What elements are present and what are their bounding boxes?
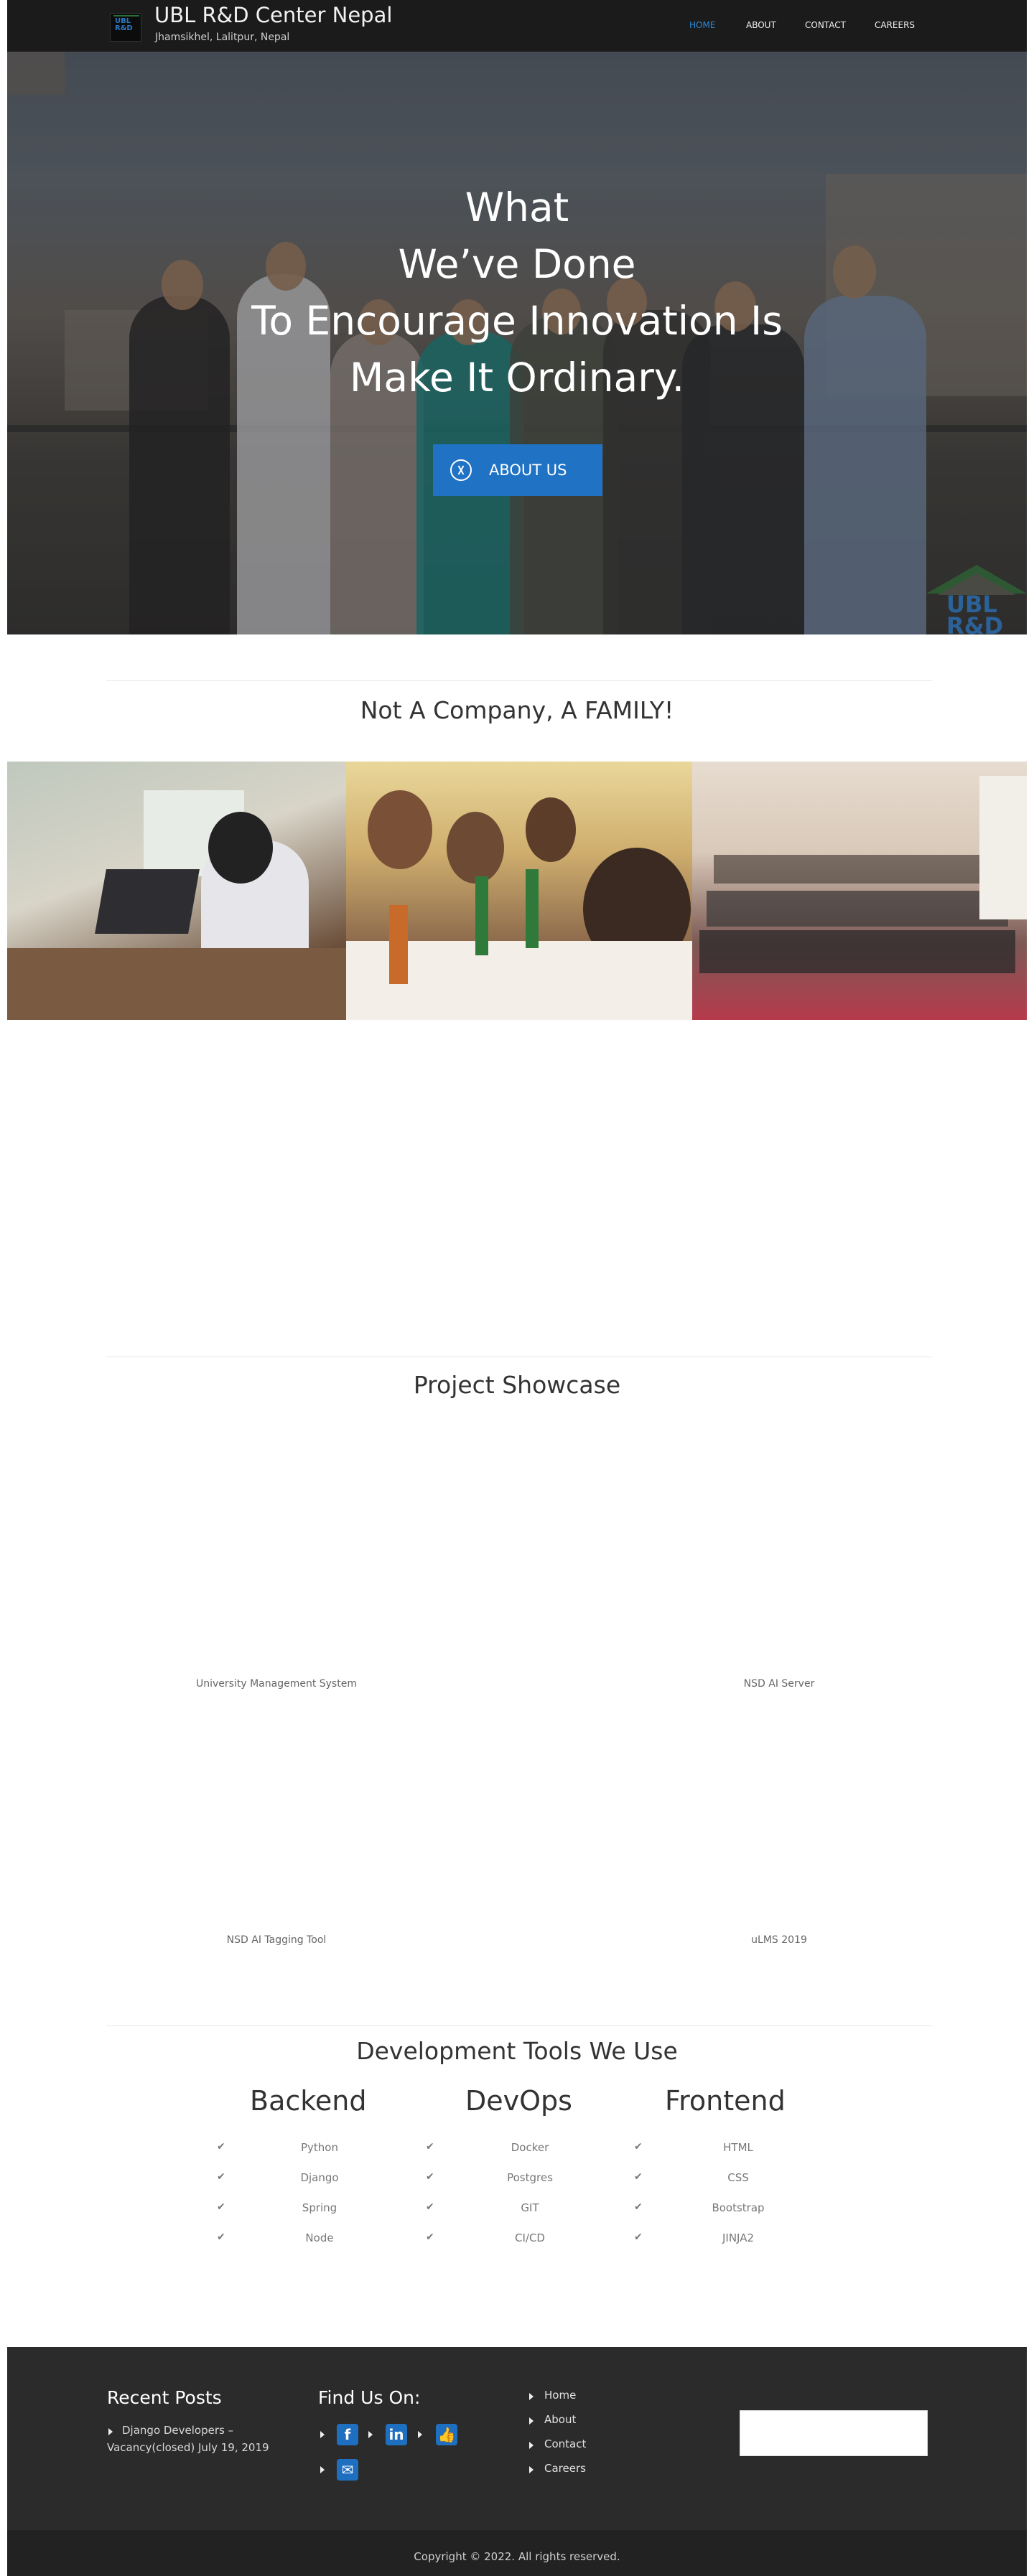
photo-bottle (475, 876, 488, 955)
photo-audience-row (707, 891, 1008, 927)
tools-section-title: Development Tools We Use (356, 2037, 678, 2065)
footer-widget-box (740, 2410, 928, 2456)
site-title[interactable]: UBL R&D Center Nepal (154, 3, 392, 27)
check-icon: ✔ (634, 2141, 643, 2153)
bullet-icon (320, 2431, 325, 2438)
hero-heading-line-2: We’ve Done (398, 241, 636, 287)
tool-docker: Docker (511, 2141, 549, 2154)
tool-html: HTML (723, 2141, 753, 2154)
tool-node: Node (305, 2231, 334, 2244)
project-nsd-ai-server[interactable]: NSD AI Server (693, 1678, 865, 1690)
check-icon: ✔ (217, 2231, 225, 2243)
check-icon: ✔ (426, 2141, 434, 2153)
bullet-icon (529, 2442, 534, 2449)
footer-link-about[interactable]: About (544, 2413, 576, 2426)
devops-heading: DevOps (465, 2085, 572, 2117)
check-icon: ✔ (426, 2171, 434, 2183)
tool-cicd: CI/CD (515, 2231, 545, 2244)
footer-link-contact[interactable]: Contact (544, 2437, 586, 2450)
tool-bootstrap: Bootstrap (712, 2201, 765, 2214)
photo-person-head (368, 790, 432, 869)
site-logo[interactable]: UBL R&D (110, 13, 141, 42)
logo-text: UBL R&D (115, 17, 133, 32)
about-us-button-label: ABOUT US (489, 462, 567, 479)
hero-heading-line-1: What (465, 184, 569, 230)
section-divider (106, 680, 932, 681)
page: UBL R&D UBL R&D Center Nepal Jhamsikhel,… (7, 0, 1027, 2576)
backend-heading: Backend (250, 2085, 367, 2117)
find-us-heading: Find Us On: (318, 2387, 421, 2408)
photo-audience-row (699, 930, 1015, 973)
photo-person-head (526, 797, 576, 862)
hero-heading-line-3: To Encourage Innovation Is (251, 298, 783, 344)
bullet-icon (529, 2393, 534, 2400)
photo-bottle (526, 869, 539, 948)
hero-banner: What We’ve Done To Encourage Innovation … (7, 52, 1027, 634)
facebook-icon[interactable]: f (337, 2424, 358, 2445)
family-section-title: Not A Company, A FAMILY! (360, 696, 674, 724)
footer-link-careers[interactable]: Careers (544, 2462, 586, 2475)
photo-desk (7, 948, 346, 1020)
check-icon: ✔ (426, 2201, 434, 2213)
check-icon: ✔ (217, 2171, 225, 2183)
team-seminar-photo (692, 762, 1027, 1020)
photo-person-head (447, 812, 504, 884)
check-icon: ✔ (426, 2231, 434, 2243)
bullet-icon (320, 2466, 325, 2473)
team-dinner-photo (346, 762, 692, 1020)
linkedin-icon[interactable]: in (386, 2424, 407, 2445)
frontend-heading: Frontend (665, 2085, 786, 2117)
corner-logo-text: UBL R&D (946, 591, 1004, 634)
bullet-icon (418, 2431, 422, 2438)
copyright-text: Copyright © 2022. All rights reserved. (414, 2550, 620, 2563)
hero-heading-line-4: Make It Ordinary. (349, 355, 685, 401)
recent-post-link-date[interactable]: Vacancy(closed) July 19, 2019 (107, 2441, 269, 2454)
check-icon: ✔ (217, 2201, 225, 2213)
top-navbar: UBL R&D UBL R&D Center Nepal Jhamsikhel,… (7, 0, 1027, 52)
check-icon: ✔ (634, 2231, 643, 2243)
bullet-icon (529, 2466, 534, 2473)
tool-spring: Spring (302, 2201, 337, 2214)
check-icon: ✔ (634, 2171, 643, 2183)
photo-audience-row (714, 855, 1001, 884)
nav-about[interactable]: ABOUT (746, 20, 776, 30)
email-icon[interactable]: ✉ (337, 2459, 358, 2481)
tool-css: CSS (727, 2171, 749, 2184)
tool-jinja2: JINJA2 (722, 2231, 755, 2244)
check-icon: ✔ (634, 2201, 643, 2213)
tool-python: Python (301, 2141, 338, 2154)
bullet-icon (368, 2431, 373, 2438)
section-divider (106, 2025, 932, 2026)
about-us-button[interactable]: ABOUT US (433, 444, 602, 496)
footer-link-home[interactable]: Home (544, 2389, 576, 2402)
nav-home[interactable]: HOME (689, 20, 715, 30)
dribbble-icon (450, 459, 472, 481)
photo-laptop (95, 869, 200, 934)
nav-careers[interactable]: CAREERS (875, 20, 915, 30)
recent-post-link[interactable]: Django Developers – (122, 2424, 233, 2437)
bullet-icon (108, 2428, 113, 2435)
check-icon: ✔ (217, 2141, 225, 2153)
tool-django: Django (300, 2171, 339, 2184)
nav-contact[interactable]: CONTACT (805, 20, 846, 30)
tool-git: GIT (521, 2201, 539, 2214)
photo-bottle (389, 905, 408, 984)
office-work-photo (7, 762, 346, 1020)
project-university-management-system[interactable]: University Management System (190, 1678, 363, 1690)
project-ulms-2019[interactable]: uLMS 2019 (693, 1934, 865, 1946)
photo-person-head (208, 812, 273, 884)
tool-postgres: Postgres (507, 2171, 553, 2184)
corner-logo: UBL R&D (919, 565, 1027, 634)
bullet-icon (529, 2417, 534, 2425)
site-subtitle: Jhamsikhel, Lalitpur, Nepal (155, 32, 290, 43)
project-nsd-ai-tagging-tool[interactable]: NSD AI Tagging Tool (190, 1934, 363, 1946)
like-icon[interactable]: 👍 (436, 2424, 457, 2445)
showcase-section-title: Project Showcase (413, 1371, 621, 1399)
recent-posts-heading: Recent Posts (107, 2387, 222, 2408)
photo-window (979, 776, 1027, 919)
